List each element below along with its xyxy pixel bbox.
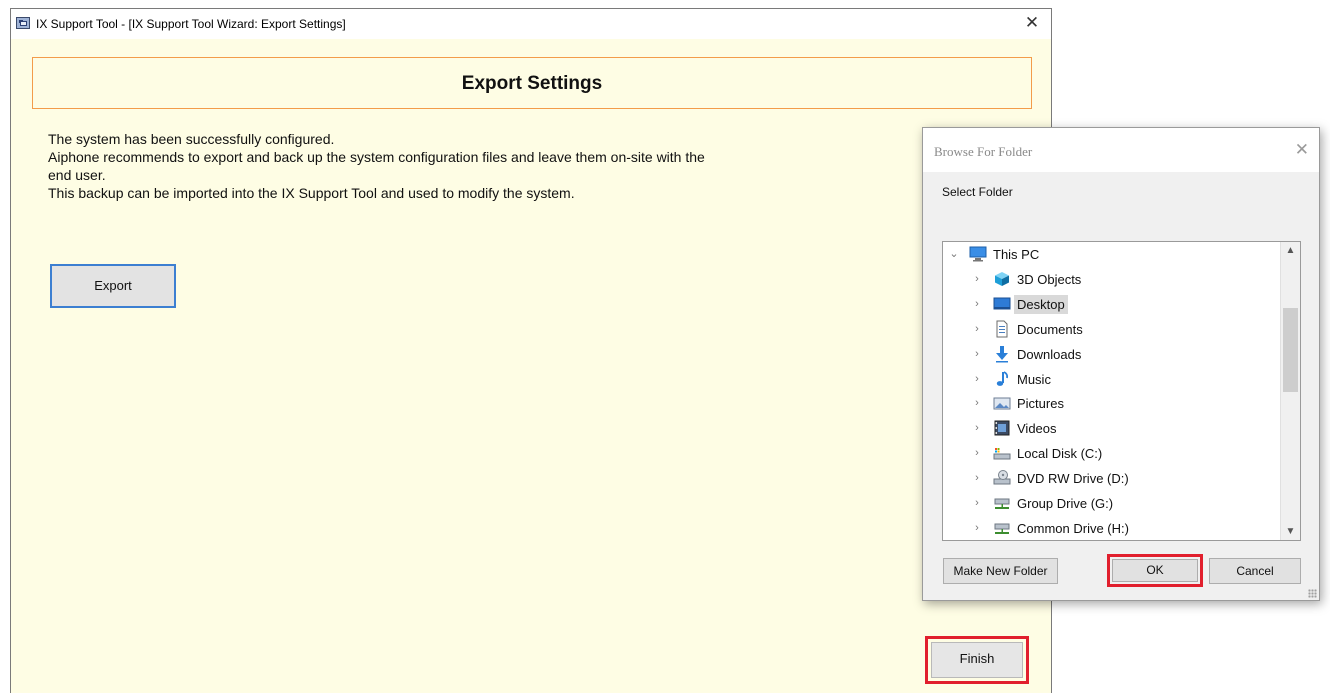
network-drive-icon: [993, 519, 1011, 537]
intro-line: The system has been successfully configu…: [48, 131, 335, 147]
expand-chevron-icon[interactable]: ›: [971, 397, 983, 409]
tree-item[interactable]: › Local Disk (C:): [943, 441, 1279, 466]
videos-icon: [993, 419, 1011, 437]
local-disk-icon: [993, 444, 1011, 462]
intro-text: The system has been successfully configu…: [48, 130, 868, 202]
dialog-title-bar: Browse For Folder ✕: [923, 128, 1319, 172]
tree-item[interactable]: ⌄ This PC: [943, 242, 1279, 267]
dvd-drive-icon: [993, 469, 1011, 487]
tree-item-label: Desktop: [1014, 294, 1068, 314]
scroll-up-arrow-icon[interactable]: ▲: [1281, 242, 1300, 259]
expand-chevron-icon[interactable]: ›: [971, 323, 983, 335]
scroll-down-arrow-icon[interactable]: ▼: [1281, 523, 1300, 540]
ok-button[interactable]: OK: [1112, 559, 1198, 582]
tree-item-label: Music: [1017, 371, 1051, 387]
tree-item[interactable]: › DVD RW Drive (D:): [943, 466, 1279, 491]
ok-button-highlight[interactable]: OK: [1107, 554, 1203, 587]
page-header: Export Settings: [32, 57, 1032, 109]
downloads-icon: [993, 345, 1011, 363]
expand-chevron-icon[interactable]: ›: [971, 472, 983, 484]
3d-objects-icon: [993, 270, 1011, 288]
tree-item-label: Local Disk (C:): [1017, 446, 1103, 462]
tree-item[interactable]: › Desktop: [943, 292, 1279, 317]
make-new-folder-button[interactable]: Make New Folder: [943, 558, 1058, 584]
finish-button-highlight[interactable]: Finish: [925, 636, 1029, 684]
window-title: IX Support Tool - [IX Support Tool Wizar…: [36, 17, 346, 31]
main-window: IX Support Tool - [IX Support Tool Wizar…: [10, 8, 1052, 693]
cancel-button[interactable]: Cancel: [1209, 558, 1301, 584]
expand-chevron-icon[interactable]: ›: [971, 522, 983, 534]
folder-tree[interactable]: ⌄ This PC › 3D Objects › Desktop › Documents › Do…: [942, 241, 1301, 541]
expand-chevron-icon[interactable]: ›: [971, 422, 983, 434]
intro-line: Aiphone recommends to export and back up…: [48, 149, 705, 165]
tree-item-label: Group Drive (G:): [1017, 496, 1114, 511]
tree-item-label: DVD RW Drive (D:): [1017, 471, 1129, 487]
tree-item[interactable]: › Group Drive (G:): [943, 491, 1279, 516]
expand-chevron-icon[interactable]: ›: [971, 497, 983, 509]
select-folder-label: Select Folder: [942, 185, 1013, 199]
finish-button[interactable]: Finish: [931, 642, 1023, 678]
collapse-chevron-icon[interactable]: ⌄: [948, 248, 960, 260]
expand-chevron-icon[interactable]: ›: [971, 273, 983, 285]
expand-chevron-icon[interactable]: ›: [971, 298, 983, 310]
tree-item-label: Downloads: [1017, 346, 1082, 362]
resize-grip-icon[interactable]: [1308, 589, 1317, 598]
tree-item[interactable]: › Pictures: [943, 391, 1279, 416]
tree-item-label: 3D Objects: [1017, 271, 1082, 287]
tree-item[interactable]: › Documents: [943, 317, 1279, 342]
network-drive-icon: [993, 494, 1011, 512]
computer-icon: [969, 245, 987, 263]
main-title-bar: IX Support Tool - [IX Support Tool Wizar…: [11, 9, 1051, 39]
expand-chevron-icon[interactable]: ›: [971, 447, 983, 459]
tree-item[interactable]: › Videos: [943, 416, 1279, 441]
tree-item-label: Videos: [1017, 421, 1057, 437]
tree-item-label: This PC: [993, 247, 1040, 262]
expand-chevron-icon[interactable]: ›: [971, 373, 983, 385]
intro-line: end user.: [48, 167, 106, 183]
tree-item[interactable]: › Downloads: [943, 342, 1279, 367]
tree-item-label: Pictures: [1017, 396, 1064, 412]
tree-scrollbar[interactable]: ▲ ▼: [1280, 242, 1300, 540]
dialog-close-button[interactable]: ✕: [1295, 140, 1309, 160]
app-icon: [16, 17, 30, 29]
browse-for-folder-dialog: Browse For Folder ✕ Select Folder ⌄ This …: [922, 127, 1320, 601]
tree-item[interactable]: › Common Drive (H:): [943, 516, 1279, 540]
tree-item-label: Common Drive (H:): [1017, 520, 1129, 536]
page-title: Export Settings: [461, 73, 603, 94]
documents-icon: [993, 320, 1011, 338]
scroll-thumb[interactable]: [1283, 308, 1298, 392]
tree-item-label: Documents: [1017, 321, 1083, 337]
tree-item[interactable]: › 3D Objects: [943, 267, 1279, 292]
dialog-title: Browse For Folder: [934, 144, 1033, 159]
expand-chevron-icon[interactable]: ›: [971, 348, 983, 360]
close-window-button[interactable]: ✕: [1021, 12, 1043, 34]
pictures-icon: [993, 394, 1011, 412]
tree-item[interactable]: › Music: [943, 367, 1279, 392]
intro-line: This backup can be imported into the IX …: [48, 185, 575, 201]
export-button[interactable]: Export: [50, 264, 176, 308]
music-icon: [993, 370, 1011, 388]
desktop-icon: [993, 295, 1011, 313]
